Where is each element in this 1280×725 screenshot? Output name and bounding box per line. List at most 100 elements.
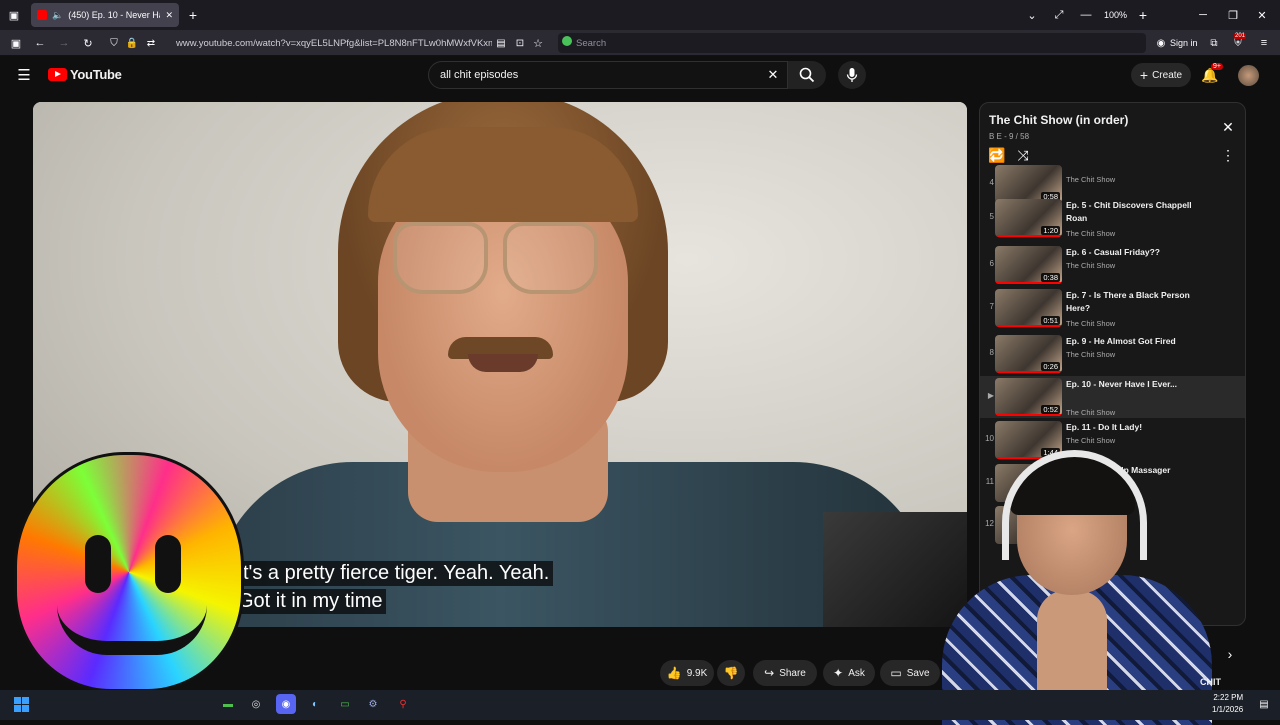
bookmark-star-icon[interactable]: ☆ [531,36,545,50]
shield-icon[interactable]: ⛉ [108,36,120,50]
playlist-item[interactable]: 8 0:26 Ep. 9 - He Almost Got Fired The Chit… [980,333,1245,375]
sparkle-icon: ✦ [833,666,844,680]
playlist-item-thumbnail[interactable]: 0:26 [995,335,1062,373]
screenshot-icon[interactable]: ⊡ [513,36,527,50]
playlist-item-title[interactable]: Ep. 11 - Do It Lady! [1066,421,1206,434]
expand-icon[interactable]: ⤢ [1052,8,1066,22]
youtube-logo[interactable]: YouTube [48,67,122,82]
discord-app-icon[interactable]: ◉ [276,694,296,714]
playlist-item-thumbnail[interactable]: 0:52 [995,378,1062,416]
playlist-item[interactable]: ▶ 0:52 Ep. 10 - Never Have I Ever... The Ch… [980,376,1245,418]
new-tab-icon[interactable]: + [186,7,200,23]
sign-in-link[interactable]: Sign in [1170,38,1198,48]
menu-icon[interactable]: ≡ [1257,36,1271,50]
playlist-item-index: 7 [989,302,994,311]
playlist-item-thumbnail[interactable]: 0:38 [995,246,1062,284]
guide-menu-icon[interactable]: ☰ [15,67,33,84]
playlist-item-duration: 1:20 [1041,226,1060,235]
url-text: www.youtube.com/watch?v=xqyEL5LNPfg&list… [176,37,492,49]
search-input[interactable]: all chit episodes ✕ [428,61,788,89]
melting-smiley-overlay [14,452,244,692]
notification-center-icon[interactable]: ▤ [1257,697,1271,711]
video-glasses-left [393,222,488,294]
playlist-item[interactable]: 5 1:20 Ep. 5 - Chit Discovers Chappell Roa… [980,197,1245,239]
like-button[interactable]: 👍 9.9K [660,660,714,686]
extensions-icon[interactable]: ⧉ [1207,36,1221,50]
clear-search-icon[interactable]: ✕ [766,67,780,82]
next-chevron-icon[interactable]: › [1222,646,1238,662]
playlist-item-title[interactable]: Ep. 5 - Chit Discovers Chappell Roan [1066,199,1206,224]
dislike-button[interactable]: 👎 [717,660,745,686]
forward-icon[interactable]: → [57,36,71,50]
video-glasses-right [503,222,598,294]
minimize-icon[interactable]: ─ [1196,8,1210,22]
tab-close-icon[interactable]: ✕ [165,10,173,21]
playlist-title[interactable]: The Chit Show (in order) [989,113,1128,127]
account-icon[interactable]: ◉ [1155,36,1167,50]
clock-time: 2:22 PM [1213,693,1244,702]
zoom-level[interactable]: 100% [1104,10,1127,20]
playlist-item-channel: The Chit Show [1066,408,1116,417]
playlist-item-index: 8 [989,348,994,357]
playlist-item-channel: The Chit Show [1066,350,1116,359]
browser-app-icon[interactable]: ◐ [305,694,325,714]
url-bar[interactable]: www.youtube.com/watch?v=xqyEL5LNPfg&list… [176,33,492,53]
playlist-item-thumbnail[interactable]: 1:20 [995,199,1062,237]
video-fringe [368,127,638,222]
taskbar-clock[interactable]: 2:22 PM 1/1/2026 [1212,692,1243,716]
loop-icon[interactable]: 🔁 [988,147,1005,163]
plus-icon: + [1139,67,1149,83]
search-button[interactable] [788,61,826,89]
save-playlist-icon: ▭ [890,666,902,680]
youtube-logo-text: YouTube [70,67,122,82]
playlist-item-index: 5 [989,212,994,221]
playlist-more-icon[interactable]: ⋮ [1220,147,1236,163]
create-button[interactable]: + Create [1131,63,1191,87]
zoom-in-icon[interactable]: + [1136,7,1150,23]
obs-app-icon[interactable]: ◎ [246,694,266,714]
playlist-item-title[interactable]: Ep. 10 - Never Have I Ever... [1066,378,1206,391]
window-close-icon[interactable]: ✕ [1255,8,1269,22]
playlist-item-duration: 0:38 [1041,273,1060,282]
tab-active[interactable]: 🔈 (450) Ep. 10 - Never Have I ✕ [31,3,179,27]
reader-view-icon[interactable]: ▤ [494,36,508,50]
back-icon[interactable]: ← [33,36,47,50]
windows-start-icon[interactable] [11,694,31,714]
caption-line-2: Got it in my time [234,589,387,614]
close-playlist-icon[interactable]: ✕ [1220,119,1236,135]
audio-icon[interactable]: 🔈 [52,10,63,21]
restore-icon[interactable]: ❐ [1226,8,1240,22]
reload-icon[interactable]: ↻ [81,36,95,50]
playlist-item-channel: The Chit Show [1066,175,1116,184]
playlist-item-duration: 0:52 [1041,405,1060,414]
playlist-item-title[interactable]: Ep. 6 - Casual Friday?? [1066,246,1206,259]
browser-search-field[interactable]: Search [558,33,1146,53]
pin-app-icon[interactable]: ⚲ [393,694,413,714]
watched-progress-bar [995,235,1062,237]
avatar[interactable] [1238,65,1259,86]
lock-icon[interactable]: 🔒 [126,36,138,50]
list-all-tabs-icon[interactable]: ⌄ [1025,8,1039,22]
sidebar-icon[interactable]: ▣ [9,36,23,50]
smiley-mouth [57,605,207,655]
playlist-item-title[interactable]: Ep. 9 - He Almost Got Fired [1066,335,1206,348]
steam-app-icon[interactable]: ⚙ [363,694,383,714]
zoom-out-icon[interactable]: — [1079,8,1093,22]
shuffle-icon[interactable]: ⤨ [1015,147,1031,163]
playlist-item-title[interactable]: Ep. 7 - Is There a Black Person Here? [1066,289,1206,314]
playlist-item-index: ▶ [987,391,994,400]
ask-button[interactable]: ✦ Ask [823,660,875,686]
playlist-item[interactable]: 7 0:51 Ep. 7 - Is There a Black Person Her… [980,287,1245,329]
thumbs-down-icon: 👎 [723,666,739,680]
playlist-item-duration: 0:51 [1041,316,1060,325]
headphones [1002,450,1147,560]
permissions-icon[interactable]: ⇄ [144,36,158,50]
tab-list-icon[interactable]: ▣ [7,8,21,22]
playlist-item-thumbnail[interactable]: 0:51 [995,289,1062,327]
streamer-webcam [922,440,1222,725]
app-icon[interactable]: ▭ [335,694,355,714]
playlist-item[interactable]: 6 0:38 Ep. 6 - Casual Friday?? The Chit Sho… [980,244,1245,286]
terminal-app-icon[interactable]: ▬ [218,694,238,714]
voice-search-button[interactable] [838,61,866,89]
share-button[interactable]: ↪ Share [753,660,817,686]
